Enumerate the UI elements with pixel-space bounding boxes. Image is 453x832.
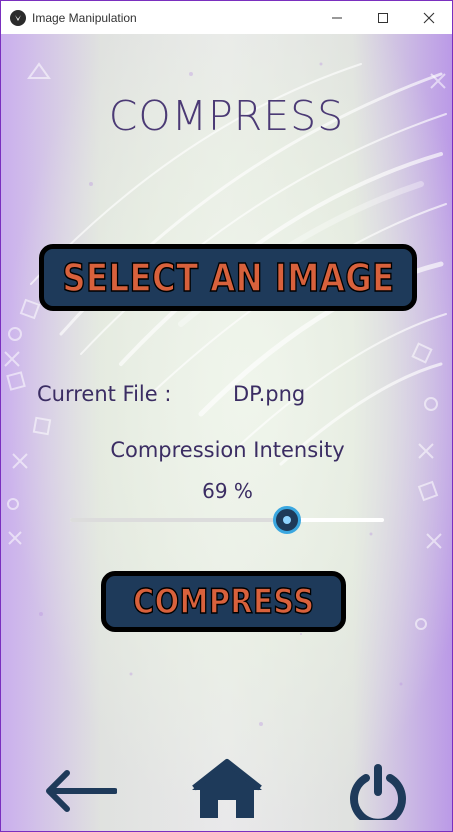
compress-button[interactable]: COMPRESS — [101, 571, 346, 632]
close-button[interactable] — [406, 1, 452, 34]
slider-thumb[interactable] — [273, 506, 301, 534]
compress-button-label: COMPRESS — [132, 581, 315, 623]
compression-slider[interactable] — [70, 506, 384, 534]
main-content: COMPRESS SELECT AN IMAGE Current File : … — [1, 34, 452, 831]
power-icon[interactable] — [347, 764, 409, 820]
title-bar: Image Manipulation — [1, 1, 452, 34]
select-image-button[interactable]: SELECT AN IMAGE — [39, 244, 417, 311]
compression-intensity-label: Compression Intensity — [110, 438, 345, 462]
current-file-value: DP.png — [233, 382, 306, 406]
page-title: COMPRESS — [108, 92, 345, 140]
back-arrow-icon[interactable] — [43, 769, 117, 813]
compression-intensity-value: 69 % — [202, 479, 253, 503]
slider-fill — [70, 518, 287, 522]
slider-thumb-dot — [283, 516, 291, 524]
home-icon[interactable] — [190, 756, 264, 820]
maximize-button[interactable] — [360, 1, 406, 34]
maximize-icon — [378, 12, 388, 23]
select-image-label: SELECT AN IMAGE — [61, 255, 395, 301]
minimize-icon — [332, 17, 342, 18]
background-art — [4, 62, 447, 726]
window-title: Image Manipulation — [32, 10, 137, 25]
current-file-label: Current File : — [37, 382, 172, 406]
close-icon — [423, 12, 435, 23]
minimize-button[interactable] — [314, 1, 360, 34]
app-window: Image Manipulation COMPRESS SELECT AN IM… — [0, 0, 453, 832]
window-controls — [314, 1, 452, 34]
app-logo-icon — [10, 9, 26, 26]
